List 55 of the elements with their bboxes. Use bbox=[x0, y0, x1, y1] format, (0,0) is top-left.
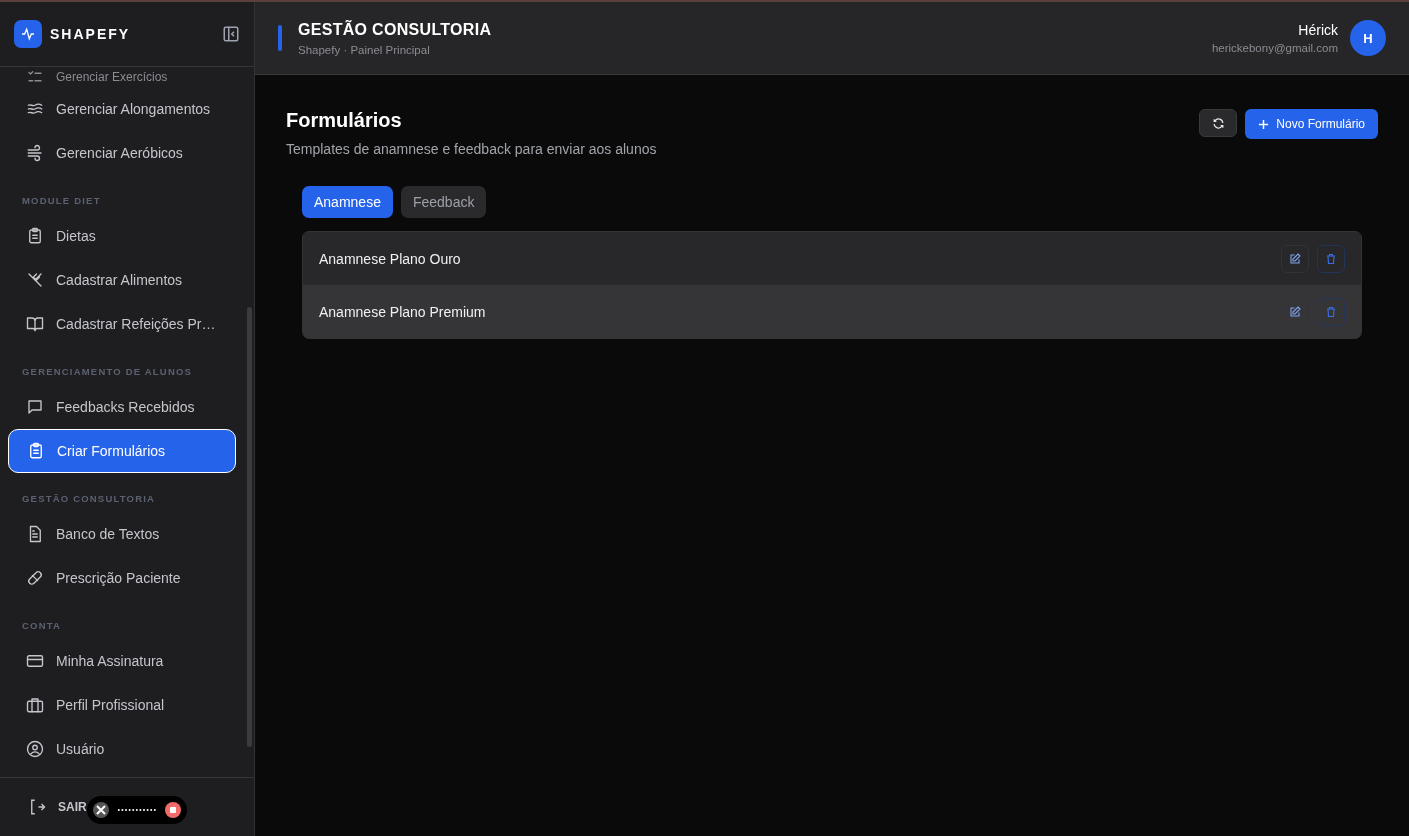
sidebar-item[interactable]: Prescrição Paciente bbox=[8, 556, 246, 600]
clipboard-icon bbox=[27, 442, 45, 460]
section-heading: GERENCIAMENTO DE ALUNOS bbox=[21, 365, 194, 379]
section-heading: GESTÃO CONSULTORIA bbox=[21, 492, 157, 506]
sidebar-collapse-icon[interactable] bbox=[222, 25, 240, 43]
form-name[interactable]: Anamnese Plano Ouro bbox=[319, 250, 1273, 267]
sidebar-item[interactable]: Minha Assinatura bbox=[8, 639, 246, 683]
plus-icon bbox=[1258, 118, 1270, 130]
page-title: Formulários bbox=[286, 109, 403, 132]
trash-icon bbox=[1325, 252, 1337, 265]
section-heading: CONTA bbox=[21, 619, 63, 633]
user-email: herickebony@gmail.com bbox=[1211, 42, 1338, 54]
logout-button[interactable]: SAIR bbox=[28, 798, 87, 816]
wind-icon bbox=[26, 144, 44, 162]
sidebar-item[interactable]: Feedbacks Recebidos bbox=[8, 385, 246, 429]
clipboard-icon bbox=[26, 227, 44, 245]
credit-card-icon bbox=[26, 652, 44, 670]
new-form-button[interactable]: Novo Formulário bbox=[1245, 109, 1378, 139]
close-icon[interactable] bbox=[93, 802, 109, 818]
tab[interactable]: Anamnese bbox=[302, 186, 393, 218]
sidebar-item[interactable]: Gerenciar Exercícios bbox=[8, 67, 246, 87]
sidebar-item[interactable]: Criar Formulários bbox=[8, 429, 236, 473]
sidebar-item[interactable]: Dietas bbox=[8, 214, 246, 258]
logout-icon bbox=[28, 798, 46, 816]
user-circle-icon bbox=[26, 740, 44, 758]
stop-icon[interactable] bbox=[165, 802, 181, 818]
edit-icon bbox=[1289, 252, 1301, 265]
sidebar-item[interactable]: Gerenciar Alongamentos bbox=[8, 87, 246, 131]
briefcase-icon bbox=[26, 696, 44, 714]
header-title: GESTÃO CONSULTORIA bbox=[298, 20, 493, 39]
crossed-utensils-icon bbox=[26, 271, 44, 289]
section-heading: MODULE DIET bbox=[21, 194, 102, 208]
brand-name: SHAPEFY bbox=[50, 26, 132, 42]
book-icon bbox=[26, 315, 44, 333]
pulse-logo-icon bbox=[14, 20, 42, 48]
refresh-icon bbox=[1211, 116, 1225, 130]
pill-icon bbox=[26, 569, 44, 587]
user-avatar[interactable]: H bbox=[1350, 20, 1386, 56]
sidebar-item[interactable]: Cadastrar Alimentos bbox=[8, 258, 246, 302]
refresh-button[interactable] bbox=[1199, 109, 1238, 137]
sidebar-item[interactable]: Cadastrar Refeições Pr… bbox=[8, 302, 246, 346]
dotted-line-icon bbox=[117, 808, 157, 812]
sidebar-item[interactable]: Usuário bbox=[8, 727, 246, 771]
delete-button[interactable] bbox=[1317, 244, 1345, 273]
chat-bubble-icon bbox=[26, 398, 44, 416]
edit-icon bbox=[1289, 305, 1301, 318]
sidebar-item[interactable]: Banco de Textos bbox=[8, 512, 246, 556]
user-name: Hérick bbox=[1297, 22, 1338, 38]
tab[interactable]: Feedback bbox=[400, 186, 487, 218]
sidebar-item[interactable]: Gerenciar Aeróbicos bbox=[8, 131, 246, 175]
page-subtitle: Templates de anamnese e feedback para enviar aos alunos bbox=[286, 141, 657, 157]
header-subtitle: Shapefy · Painel Principal bbox=[298, 43, 431, 56]
edit-button[interactable] bbox=[1281, 244, 1309, 273]
trash-icon bbox=[1325, 305, 1337, 318]
sidebar-item[interactable]: Perfil Profissional bbox=[8, 683, 246, 727]
